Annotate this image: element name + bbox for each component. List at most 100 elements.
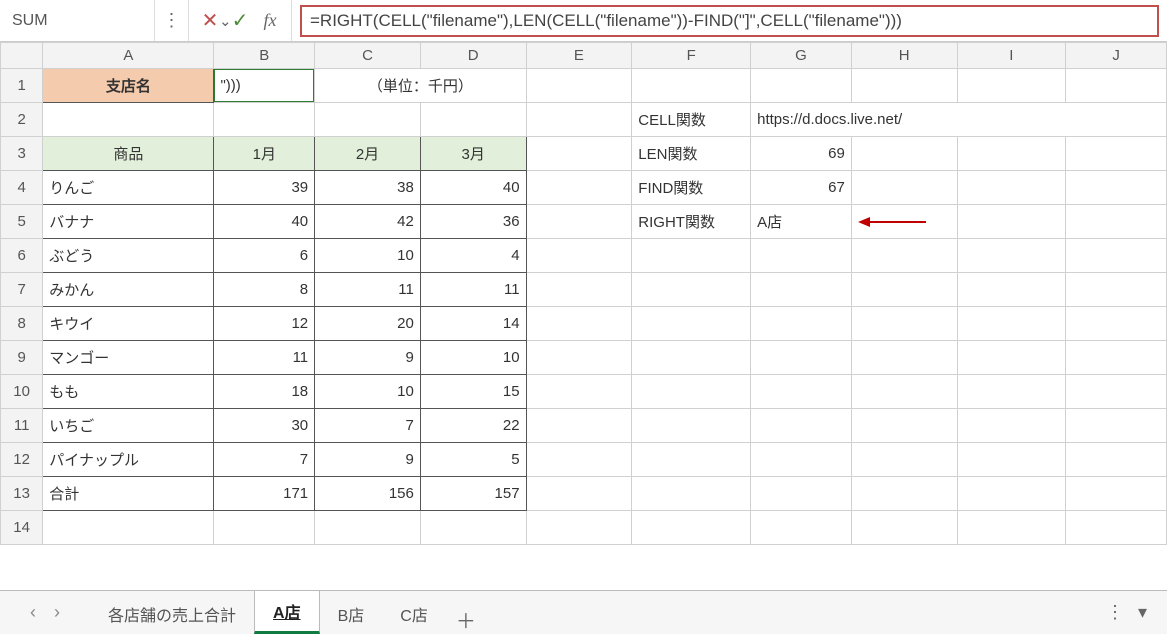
table-row-name[interactable]: もも <box>43 375 214 409</box>
cell[interactable] <box>526 409 632 443</box>
table-row-val[interactable]: 7 <box>214 443 315 477</box>
spreadsheet-grid[interactable]: A B C D E F G H I J 1 支店名 "))) （単位：千円） <box>0 42 1167 590</box>
table-row-name[interactable]: キウイ <box>43 307 214 341</box>
cell[interactable] <box>632 409 751 443</box>
cell[interactable] <box>526 375 632 409</box>
table-row-val[interactable]: 38 <box>315 171 421 205</box>
cell[interactable] <box>957 239 1066 273</box>
cancel-icon[interactable]: ✕ <box>195 0 225 41</box>
cell[interactable] <box>1066 137 1167 171</box>
row-header[interactable]: 2 <box>1 103 43 137</box>
row-header[interactable]: 9 <box>1 341 43 375</box>
row-header[interactable]: 6 <box>1 239 43 273</box>
cell-A1[interactable]: 支店名 <box>43 69 214 103</box>
cell[interactable] <box>851 307 957 341</box>
row-header[interactable]: 8 <box>1 307 43 341</box>
cell[interactable] <box>526 103 632 137</box>
table-row-val[interactable]: 42 <box>315 205 421 239</box>
cell[interactable] <box>851 341 957 375</box>
cell-B1-active[interactable]: "))) <box>214 69 315 103</box>
sheet-tab[interactable]: B店 <box>320 593 383 634</box>
cell[interactable] <box>526 69 632 103</box>
cell[interactable] <box>957 137 1066 171</box>
table-row-val[interactable]: 10 <box>315 375 421 409</box>
cell[interactable] <box>957 511 1066 545</box>
cell-F3[interactable]: LEN関数 <box>632 137 751 171</box>
cell[interactable] <box>851 409 957 443</box>
table-row-val[interactable]: 22 <box>420 409 526 443</box>
cell[interactable] <box>43 103 214 137</box>
cell[interactable] <box>1066 69 1167 103</box>
select-all-corner[interactable] <box>1 43 43 69</box>
formula-input[interactable] <box>300 5 1159 37</box>
cell-G5[interactable]: A店 <box>751 205 852 239</box>
sheet-tab[interactable]: 各店舗の売上合計 <box>90 593 254 634</box>
cell[interactable] <box>214 103 315 137</box>
cell[interactable] <box>420 511 526 545</box>
col-header[interactable]: C <box>315 43 421 69</box>
table-row-val[interactable]: 39 <box>214 171 315 205</box>
col-header[interactable]: G <box>751 43 852 69</box>
table-row-name[interactable]: りんご <box>43 171 214 205</box>
cell[interactable] <box>751 341 852 375</box>
table-header[interactable]: 2月 <box>315 137 421 171</box>
cell[interactable] <box>751 239 852 273</box>
table-row-val[interactable]: 10 <box>420 341 526 375</box>
cell-G2[interactable]: https://d.docs.live.net/ <box>751 103 1167 137</box>
cell[interactable] <box>526 239 632 273</box>
cell[interactable] <box>851 171 957 205</box>
row-header[interactable]: 11 <box>1 409 43 443</box>
col-header[interactable]: F <box>632 43 751 69</box>
cell[interactable] <box>632 273 751 307</box>
cell[interactable] <box>957 69 1066 103</box>
cell[interactable] <box>751 375 852 409</box>
cell[interactable] <box>751 511 852 545</box>
table-row-val[interactable]: 11 <box>315 273 421 307</box>
cell-G3[interactable]: 69 <box>751 137 852 171</box>
col-header[interactable]: H <box>851 43 957 69</box>
cell[interactable] <box>751 443 852 477</box>
more-dots-icon[interactable]: ⋮ <box>1106 602 1124 623</box>
table-row-val[interactable]: 5 <box>420 443 526 477</box>
cell[interactable] <box>957 273 1066 307</box>
cell[interactable] <box>751 69 852 103</box>
cell-F4[interactable]: FIND関数 <box>632 171 751 205</box>
cell[interactable] <box>1066 205 1167 239</box>
cell[interactable] <box>526 443 632 477</box>
table-row-val[interactable]: 36 <box>420 205 526 239</box>
table-row-val[interactable]: 14 <box>420 307 526 341</box>
name-box-wrap[interactable]: ⌄ <box>0 0 155 41</box>
col-header[interactable]: A <box>43 43 214 69</box>
col-header[interactable]: J <box>1066 43 1167 69</box>
table-header[interactable]: 3月 <box>420 137 526 171</box>
cell[interactable] <box>851 443 957 477</box>
cell[interactable] <box>632 375 751 409</box>
cell[interactable] <box>851 375 957 409</box>
cell[interactable] <box>957 409 1066 443</box>
cell[interactable] <box>420 103 526 137</box>
cell[interactable] <box>214 511 315 545</box>
cell[interactable] <box>751 477 852 511</box>
add-sheet-icon[interactable]: ＋ <box>446 605 486 634</box>
row-header[interactable]: 3 <box>1 137 43 171</box>
cell[interactable] <box>851 137 957 171</box>
cell[interactable] <box>1066 273 1167 307</box>
cell-unit-label[interactable]: （単位：千円） <box>315 69 526 103</box>
cell[interactable] <box>1066 171 1167 205</box>
table-row-val[interactable]: 9 <box>315 443 421 477</box>
table-row-val[interactable]: 11 <box>420 273 526 307</box>
row-header[interactable]: 7 <box>1 273 43 307</box>
table-row-val[interactable]: 156 <box>315 477 421 511</box>
cell[interactable] <box>1066 443 1167 477</box>
table-row-val[interactable]: 30 <box>214 409 315 443</box>
table-row-val[interactable]: 12 <box>214 307 315 341</box>
table-row-val[interactable]: 15 <box>420 375 526 409</box>
table-row-name[interactable]: マンゴー <box>43 341 214 375</box>
cell[interactable] <box>526 273 632 307</box>
cell[interactable] <box>632 443 751 477</box>
cell[interactable] <box>851 511 957 545</box>
table-row-val[interactable]: 40 <box>214 205 315 239</box>
table-row-name[interactable]: ぶどう <box>43 239 214 273</box>
cell[interactable] <box>526 341 632 375</box>
cell[interactable] <box>751 273 852 307</box>
